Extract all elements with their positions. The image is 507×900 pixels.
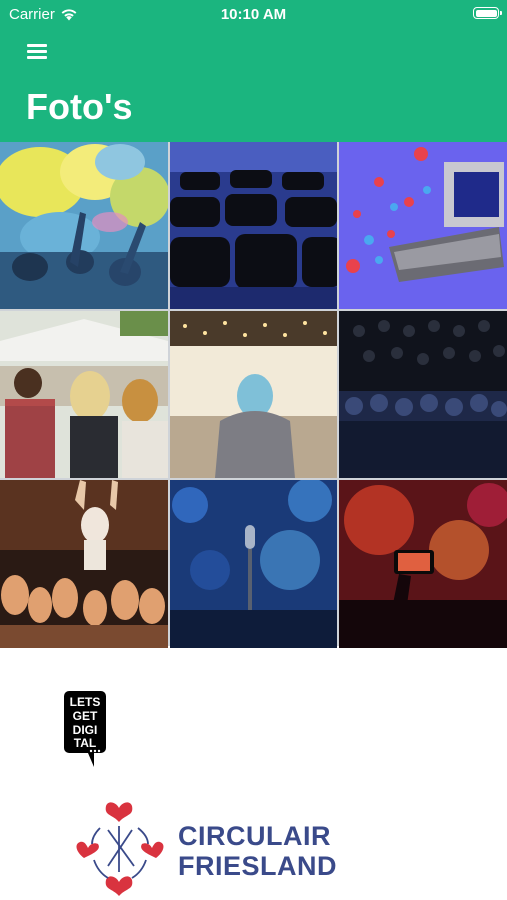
status-time: 10:10 AM (220, 6, 287, 23)
lets-get-digital-logo: LETS GET DIGI TAL (64, 691, 106, 767)
photo-grid (0, 142, 507, 648)
app-header: Carrier 10:10 AM Foto's (0, 0, 507, 142)
circulair-line2: FRIESLAND (178, 851, 337, 881)
photo-outdoor-festival[interactable] (0, 311, 168, 478)
menu-icon[interactable] (27, 44, 47, 60)
photo-empty-chairs[interactable] (170, 142, 337, 309)
photo-conference-hall[interactable] (170, 311, 337, 478)
lgd-line1: LETS (70, 695, 101, 709)
circulair-hearts-icon (76, 802, 164, 896)
lgd-line2: GET (73, 709, 98, 723)
photo-livestream-stage[interactable] (339, 142, 507, 309)
status-bar: Carrier 10:10 AM (0, 0, 507, 28)
photo-audience-dark[interactable] (339, 311, 507, 478)
lgd-line4: TAL (74, 736, 96, 750)
photo-crowd-hands[interactable] (0, 480, 168, 648)
page-title: Foto's (26, 86, 133, 127)
circulair-friesland-logo: CIRCULAIR FRIESLAND (72, 800, 337, 898)
photo-microphone-stage[interactable] (170, 480, 337, 648)
circulair-line1: CIRCULAIR (178, 821, 331, 851)
circulair-wordmark: CIRCULAIR FRIESLAND (178, 821, 337, 881)
photo-color-festival[interactable] (0, 142, 168, 309)
battery-icon (473, 7, 502, 19)
photo-phone-concert[interactable] (339, 480, 507, 648)
lgd-line3: DIGI (73, 723, 98, 737)
